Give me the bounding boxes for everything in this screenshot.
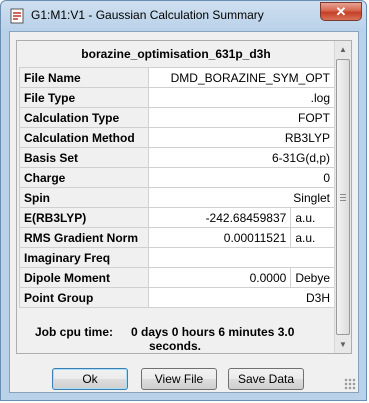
row-label: Calculation Type [19, 107, 149, 128]
table-row: File Name DMD_BORAZINE_SYM_OPT [19, 67, 335, 88]
thumb-grip-icon [340, 194, 346, 195]
vertical-scrollbar[interactable]: ▲ ▼ [334, 41, 351, 353]
ok-button[interactable]: Ok [52, 368, 128, 390]
table-row: Dipole Moment 0.0000 Debye [19, 267, 335, 288]
table-row: Basis Set 6-31G(d,p) [19, 147, 335, 168]
table-row: Calculation Type FOPT [19, 107, 335, 128]
row-value: D3H [148, 287, 335, 308]
row-value: Singlet [148, 187, 335, 208]
gaussview-app-icon [10, 8, 24, 24]
job-title-heading: borazine_optimisation_631p_d3h [81, 47, 271, 61]
row-value: -242.68459837 [147, 207, 292, 228]
row-label: File Type [19, 87, 149, 108]
thumb-grip-icon [340, 197, 346, 198]
row-label: Imaginary Freq [19, 247, 149, 268]
row-unit: Debye [290, 267, 335, 288]
row-label: Charge [19, 167, 149, 188]
save-data-button[interactable]: Save Data [228, 368, 304, 390]
scroll-down-arrow-icon[interactable]: ▼ [335, 336, 351, 353]
row-value: DMD_BORAZINE_SYM_OPT [148, 67, 335, 88]
row-value: FOPT [148, 107, 335, 128]
summary-table: File Name DMD_BORAZINE_SYM_OPT File Type .l… [19, 67, 335, 308]
row-label: Dipole Moment [19, 267, 149, 288]
table-row: Imaginary Freq [19, 247, 335, 268]
view-file-button[interactable]: View File [141, 368, 217, 390]
close-window-button[interactable]: ✕ [320, 2, 362, 21]
table-row: RMS Gradient Norm 0.00011521 a.u. [19, 227, 335, 248]
row-value: 0.00011521 [147, 227, 292, 248]
table-row: Spin Singlet [19, 187, 335, 208]
title-bar[interactable]: G1:M1:V1 - Gaussian Calculation Summary … [1, 1, 368, 31]
row-value: .log [148, 87, 335, 108]
row-label: Spin [19, 187, 149, 208]
row-unit: a.u. [290, 227, 335, 248]
close-icon: ✕ [335, 3, 347, 19]
window-title: G1:M1:V1 - Gaussian Calculation Summary [31, 8, 264, 22]
thumb-grip-icon [340, 200, 346, 201]
row-value: RB3LYP [148, 127, 335, 148]
table-row: Calculation Method RB3LYP [19, 127, 335, 148]
row-label: Calculation Method [19, 127, 149, 148]
table-row: Charge 0 [19, 167, 335, 188]
scrollbar-thumb[interactable] [336, 59, 350, 335]
cpu-time-label: Job cpu time: [35, 325, 114, 339]
row-label: Basis Set [19, 147, 149, 168]
scroll-up-arrow-icon[interactable]: ▲ [335, 41, 351, 58]
row-value: 0 [148, 167, 335, 188]
cpu-time: Job cpu time: 0 days 0 hours 6 minutes 3.… [35, 325, 295, 353]
row-label: E(RB3LYP) [19, 207, 149, 228]
row-value: 0.0000 [147, 267, 292, 288]
table-row: E(RB3LYP) -242.68459837 a.u. [19, 207, 335, 228]
resize-grip-icon[interactable] [344, 378, 356, 390]
row-label: Point Group [19, 287, 149, 308]
cpu-time-value: 0 days 0 hours 6 minutes 3.0 [131, 325, 295, 339]
table-row: File Type .log [19, 87, 335, 108]
summary-panel: borazine_optimisation_631p_d3h File Name… [16, 40, 352, 354]
row-unit: a.u. [290, 207, 335, 228]
row-value [148, 247, 335, 268]
summary-window: G1:M1:V1 - Gaussian Calculation Summary … [0, 0, 367, 401]
dialog-client-area: borazine_optimisation_631p_d3h File Name… [9, 31, 359, 393]
row-label: RMS Gradient Norm [19, 227, 149, 248]
cpu-time-value-continued: seconds. [149, 339, 202, 353]
row-label: File Name [19, 67, 149, 88]
row-value: 6-31G(d,p) [148, 147, 335, 168]
table-row: Point Group D3H [19, 287, 335, 308]
